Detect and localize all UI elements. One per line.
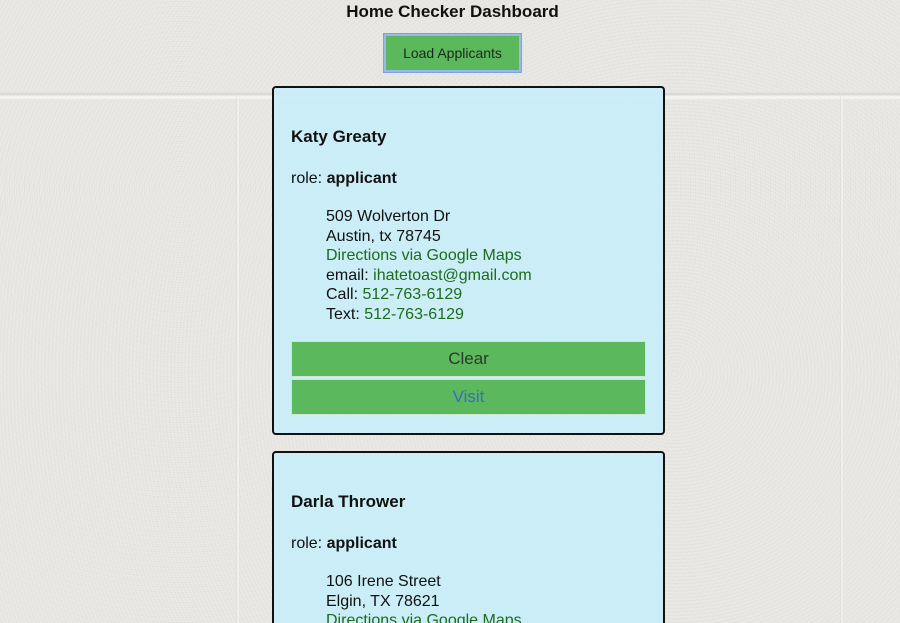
role-value: applicant [326, 170, 397, 187]
applicant-role: role: applicant [291, 170, 397, 188]
clear-button[interactable]: Clear [291, 341, 646, 377]
applicant-card: Darla Thrower role: applicant 106 Irene … [272, 451, 665, 623]
directions-link[interactable]: Directions via Google Maps [326, 612, 522, 623]
applicant-contact-info: 509 Wolverton Dr Austin, tx 78745 Direct… [326, 207, 532, 325]
wall-mortar-line [236, 96, 240, 623]
load-applicants-button[interactable]: Load Applicants [383, 33, 522, 73]
address-line-2: Elgin, TX 78621 [326, 592, 440, 610]
applicant-role: role: applicant [291, 535, 397, 553]
address-line-1: 106 Irene Street [326, 573, 441, 590]
call-line: Call: 512-763-6129 [326, 285, 532, 305]
call-link[interactable]: 512-763-6129 [362, 286, 462, 303]
text-label: Text: [326, 305, 360, 323]
address-line-2: Austin, tx 78745 [326, 227, 441, 245]
call-label: Call: [326, 286, 359, 304]
email-line: email: ihatetoast@gmail.com [326, 266, 532, 286]
applicant-name: Darla Thrower [291, 492, 406, 511]
address-line-1: 509 Wolverton Dr [326, 208, 451, 225]
applicant-name: Katy Greaty [291, 127, 387, 146]
applicant-card: Katy Greaty role: applicant 509 Wolverto… [272, 86, 665, 435]
role-label: role: [291, 535, 323, 552]
page-title: Home Checker Dashboard [346, 2, 559, 21]
wall-mortar-line [840, 96, 844, 623]
role-value: applicant [326, 535, 397, 552]
applicant-contact-info: 106 Irene Street Elgin, TX 78621 Directi… [326, 572, 522, 623]
directions-link[interactable]: Directions via Google Maps [326, 247, 522, 264]
role-label: role: [291, 170, 323, 187]
visit-button[interactable]: Visit [291, 379, 646, 415]
text-link[interactable]: 512-763-6129 [364, 306, 464, 323]
email-label: email: [326, 266, 369, 284]
text-line: Text: 512-763-6129 [326, 305, 532, 325]
email-link[interactable]: ihatetoast@gmail.com [373, 267, 532, 284]
